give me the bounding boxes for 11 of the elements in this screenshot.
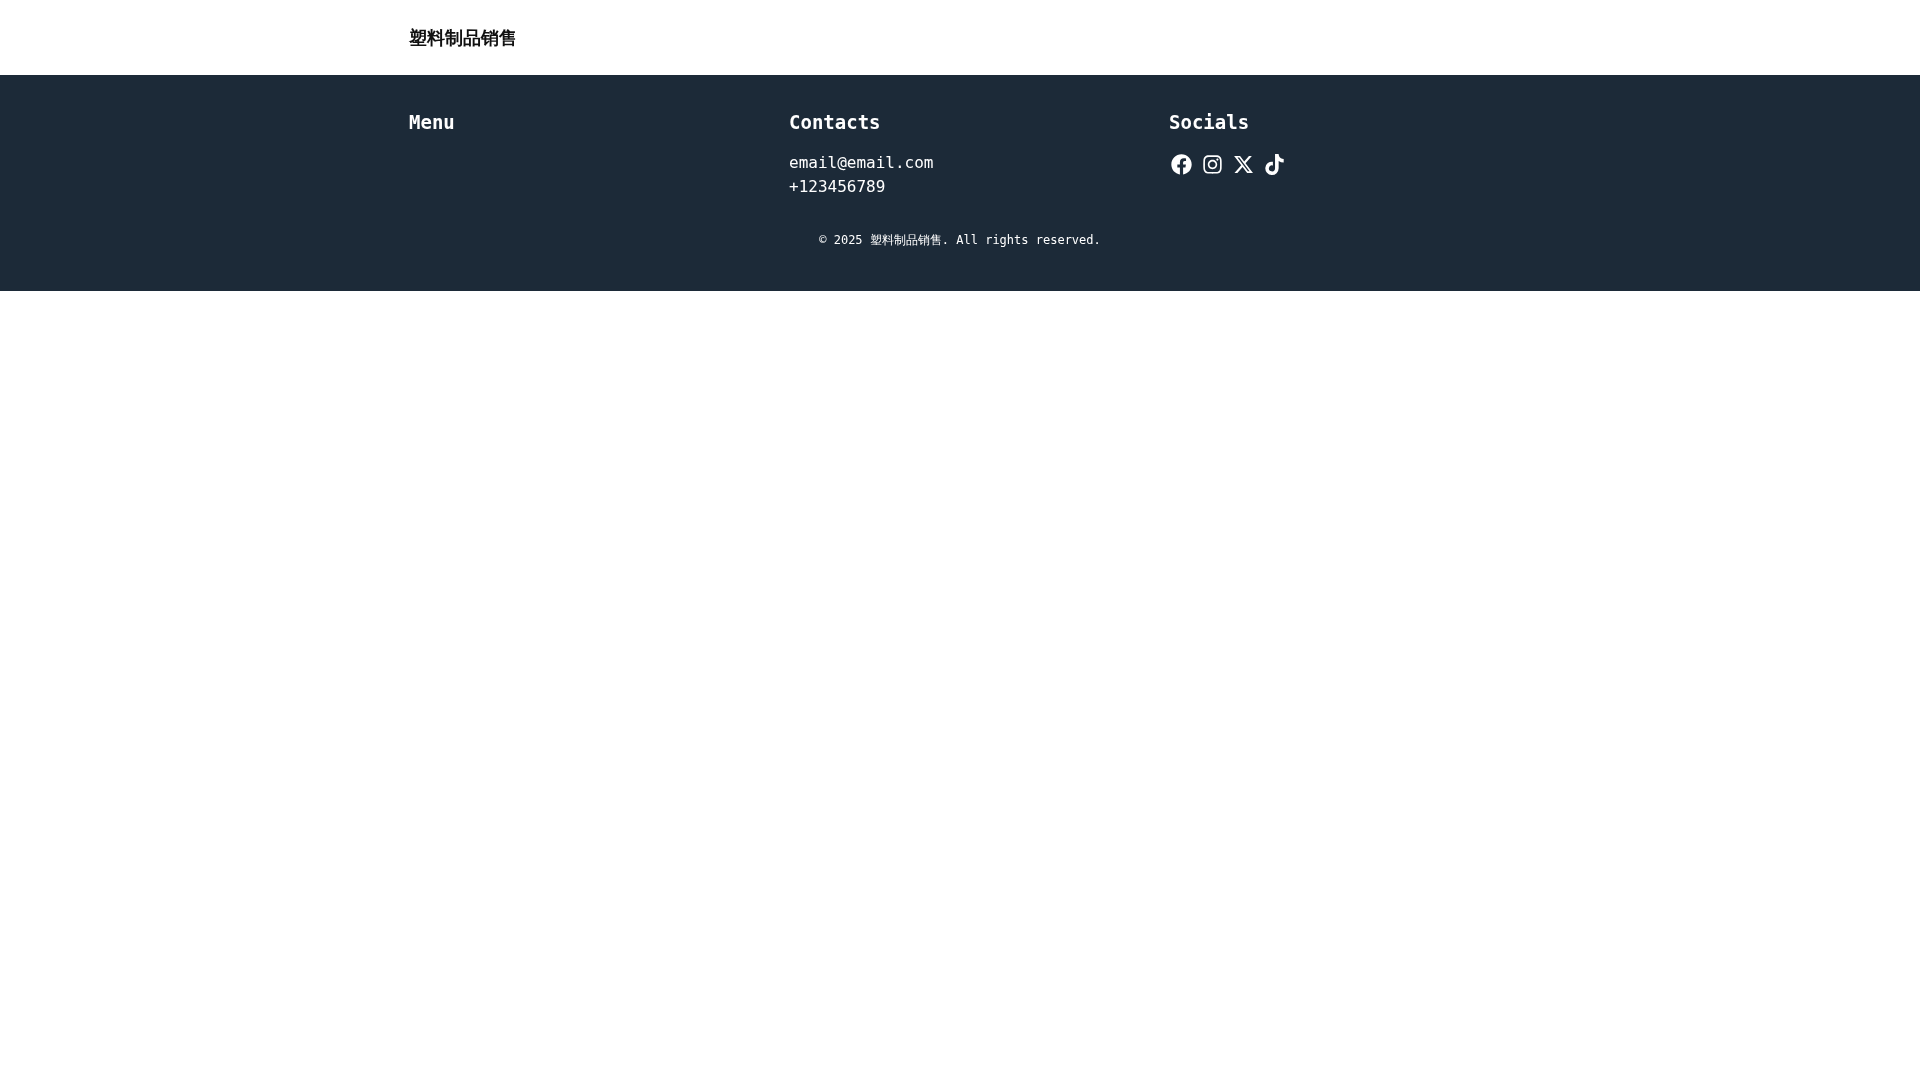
contact-text: +123456789 xyxy=(789,176,886,198)
contact-text: email@email.com xyxy=(789,152,934,174)
tiktok-icon[interactable] xyxy=(1264,154,1285,175)
x-icon[interactable] xyxy=(1233,154,1254,175)
instagram-icon[interactable] xyxy=(1202,154,1223,175)
copyright-text: © 2025 塑料制品销售. All rights reserved. xyxy=(819,233,1101,247)
facebook-icon[interactable] xyxy=(1171,154,1192,175)
contacts-heading: Contacts xyxy=(789,110,882,135)
menu-heading: Menu xyxy=(409,110,456,135)
site-title[interactable]: 塑料制品销售 xyxy=(409,27,517,48)
socials-heading: Socials xyxy=(1169,110,1251,135)
